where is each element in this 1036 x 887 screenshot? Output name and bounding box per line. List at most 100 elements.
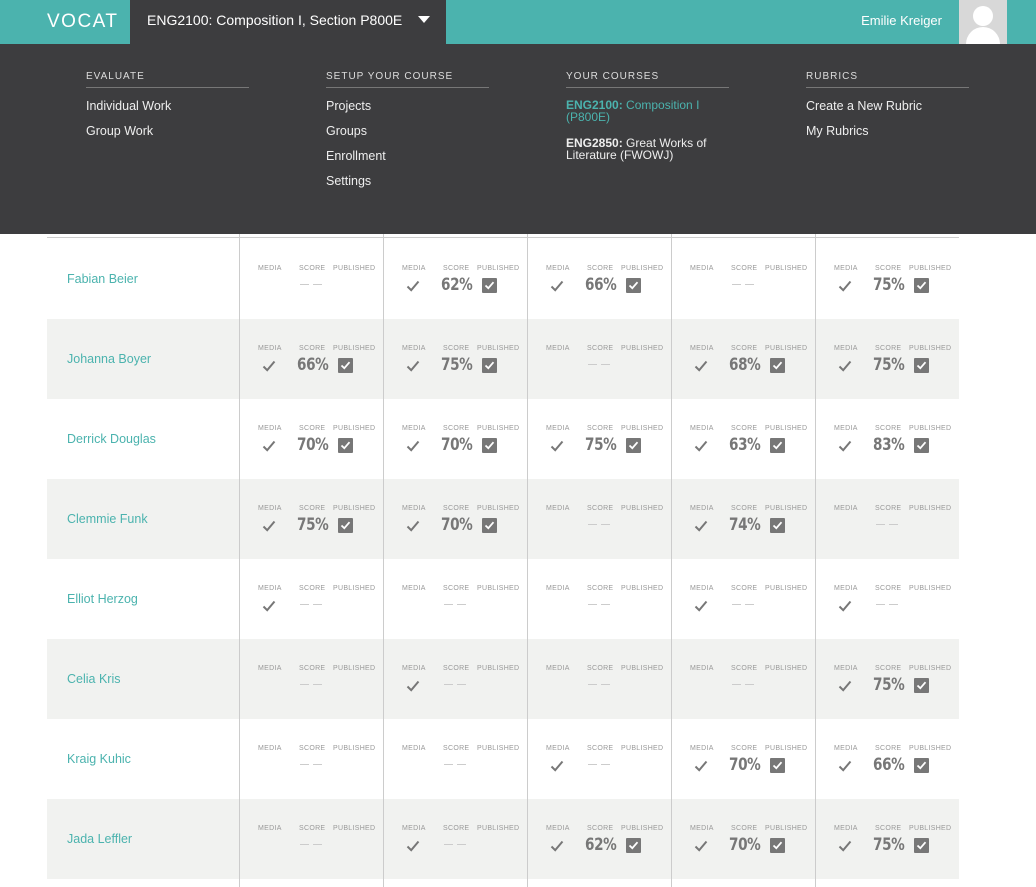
evaluation-cell[interactable]: MEDIA SCORE PUBLISHED 70% xyxy=(240,399,384,479)
evaluation-cell[interactable]: MEDIA SCORE PUBLISHED 66% xyxy=(816,719,960,799)
published-checkbox-icon[interactable] xyxy=(914,358,929,373)
published-checkbox-icon[interactable] xyxy=(914,438,929,453)
published-checkbox-icon[interactable] xyxy=(770,838,785,853)
evaluation-cell[interactable]: MEDIA SCORE PUBLISHED 75% xyxy=(240,479,384,559)
evaluation-cell[interactable]: MEDIA SCORE PUBLISHED xyxy=(816,559,960,639)
evaluation-cell[interactable]: MEDIA SCORE PUBLISHED 66% xyxy=(240,319,384,399)
menu-item-enrollment[interactable]: Enrollment xyxy=(326,149,489,164)
student-name-link[interactable]: Derrick Douglas xyxy=(67,432,156,446)
course-selector[interactable]: ENG2100: Composition I, Section P800E xyxy=(130,0,446,44)
score-label: SCORE xyxy=(587,665,614,672)
evaluation-cell[interactable]: MEDIA SCORE PUBLISHED 62% xyxy=(384,239,528,319)
published-checkbox-icon[interactable] xyxy=(770,518,785,533)
evaluation-cell[interactable]: MEDIA SCORE PUBLISHED xyxy=(384,799,528,879)
evaluation-cell[interactable]: MEDIA SCORE PUBLISHED xyxy=(528,559,672,639)
evaluation-cell[interactable]: MEDIA SCORE PUBLISHED 75% xyxy=(816,799,960,879)
published-checkbox-icon[interactable] xyxy=(770,358,785,373)
published-checkbox-icon[interactable] xyxy=(482,438,497,453)
evaluation-cell[interactable]: MEDIA SCORE PUBLISHED xyxy=(528,719,672,799)
evaluation-cell[interactable]: MEDIA SCORE PUBLISHED 75% xyxy=(528,399,672,479)
menu-item-my-rubrics[interactable]: My Rubrics xyxy=(806,124,969,139)
published-checkbox-icon[interactable] xyxy=(914,838,929,853)
published-checkbox-icon[interactable] xyxy=(914,758,929,773)
top-bar: VOCAT ENG2100: Composition I, Section P8… xyxy=(0,0,1036,44)
media-label: MEDIA xyxy=(402,505,426,512)
menu-item-individual-work[interactable]: Individual Work xyxy=(86,99,249,114)
media-label: MEDIA xyxy=(546,745,570,752)
published-checkbox-icon[interactable] xyxy=(626,278,641,293)
published-label: PUBLISHED xyxy=(765,265,808,272)
score-label: SCORE xyxy=(299,665,326,672)
evaluation-cell[interactable]: MEDIA SCORE PUBLISHED 70% xyxy=(384,479,528,559)
course-link-eng2850[interactable]: ENG2850: Great Works of Literature (FWOW… xyxy=(566,137,729,161)
evaluation-cell[interactable]: MEDIA SCORE PUBLISHED 70% xyxy=(384,399,528,479)
published-label: PUBLISHED xyxy=(909,585,952,592)
menu-item-settings[interactable]: Settings xyxy=(326,174,489,189)
media-check-icon xyxy=(694,360,708,372)
evaluation-cell[interactable]: MEDIA SCORE PUBLISHED xyxy=(384,719,528,799)
student-name-link[interactable]: Kraig Kuhic xyxy=(67,752,131,766)
evaluation-cell[interactable]: MEDIA SCORE PUBLISHED 83% xyxy=(816,399,960,479)
evaluation-cell[interactable]: MEDIA SCORE PUBLISHED xyxy=(528,319,672,399)
evaluation-cell[interactable]: MEDIA SCORE PUBLISHED xyxy=(240,239,384,319)
evaluation-cell[interactable]: MEDIA SCORE PUBLISHED 63% xyxy=(672,399,816,479)
evaluation-cell[interactable]: MEDIA SCORE PUBLISHED 68% xyxy=(672,319,816,399)
table-row: Jada Leffler MEDIA SCORE PUBLISHED MEDIA SCOR… xyxy=(47,799,959,879)
course-link-eng2100[interactable]: ENG2100: Composition I (P800E) xyxy=(566,99,729,123)
published-checkbox-icon[interactable] xyxy=(626,438,641,453)
student-name-link[interactable]: Fabian Beier xyxy=(67,272,138,286)
evaluation-cell[interactable]: MEDIA SCORE PUBLISHED 75% xyxy=(384,319,528,399)
menu-item-group-work[interactable]: Group Work xyxy=(86,124,249,139)
student-name-link[interactable]: Johanna Boyer xyxy=(67,352,151,366)
published-checkbox-icon[interactable] xyxy=(914,678,929,693)
evaluation-cell[interactable]: MEDIA SCORE PUBLISHED xyxy=(672,239,816,319)
menu-item-create-rubric[interactable]: Create a New Rubric xyxy=(806,99,969,114)
evaluation-cell[interactable]: MEDIA SCORE PUBLISHED xyxy=(240,559,384,639)
evaluation-cell[interactable]: MEDIA SCORE PUBLISHED 75% xyxy=(816,319,960,399)
evaluation-cell[interactable]: MEDIA SCORE PUBLISHED 62% xyxy=(528,799,672,879)
published-label: PUBLISHED xyxy=(909,345,952,352)
menu-item-groups[interactable]: Groups xyxy=(326,124,489,139)
vocat-logo[interactable]: VOCAT xyxy=(47,11,119,33)
student-name-link[interactable]: Jada Leffler xyxy=(67,832,132,846)
evaluation-cell[interactable]: MEDIA SCORE PUBLISHED 66% xyxy=(528,239,672,319)
avatar[interactable] xyxy=(959,0,1007,44)
menu-item-projects[interactable]: Projects xyxy=(326,99,489,114)
media-check-icon xyxy=(838,680,852,692)
evaluation-cell[interactable]: MEDIA SCORE PUBLISHED xyxy=(528,639,672,719)
evaluation-cell[interactable]: MEDIA SCORE PUBLISHED xyxy=(528,479,672,559)
published-checkbox-icon[interactable] xyxy=(914,278,929,293)
student-name-link[interactable]: Celia Kris xyxy=(67,672,121,686)
evaluation-cell[interactable]: MEDIA SCORE PUBLISHED 70% xyxy=(672,719,816,799)
media-check-icon xyxy=(406,680,420,692)
score-label: SCORE xyxy=(875,825,902,832)
evaluation-cell[interactable]: MEDIA SCORE PUBLISHED xyxy=(240,719,384,799)
menu-heading-rubrics: RUBRICS xyxy=(806,71,969,88)
published-checkbox-icon[interactable] xyxy=(482,278,497,293)
score-value: 75% xyxy=(585,435,617,455)
evaluation-cell[interactable]: MEDIA SCORE PUBLISHED xyxy=(672,639,816,719)
published-checkbox-icon[interactable] xyxy=(482,358,497,373)
evaluation-cell[interactable]: MEDIA SCORE PUBLISHED 75% xyxy=(816,639,960,719)
evaluation-cell[interactable]: MEDIA SCORE PUBLISHED xyxy=(240,799,384,879)
student-name-link[interactable]: Elliot Herzog xyxy=(67,592,138,606)
published-checkbox-icon[interactable] xyxy=(626,838,641,853)
published-checkbox-icon[interactable] xyxy=(482,518,497,533)
evaluation-cell[interactable]: MEDIA SCORE PUBLISHED 70% xyxy=(672,799,816,879)
evaluation-cell[interactable]: MEDIA SCORE PUBLISHED xyxy=(384,559,528,639)
evaluation-cell[interactable]: MEDIA SCORE PUBLISHED 75% xyxy=(816,239,960,319)
student-name-link[interactable]: Clemmie Funk xyxy=(67,512,148,526)
published-checkbox-icon[interactable] xyxy=(338,358,353,373)
evaluation-cell[interactable]: MEDIA SCORE PUBLISHED xyxy=(384,639,528,719)
user-name[interactable]: Emilie Kreiger xyxy=(861,13,942,28)
evaluation-cell[interactable]: MEDIA SCORE PUBLISHED xyxy=(240,639,384,719)
published-checkbox-icon[interactable] xyxy=(338,438,353,453)
evaluation-cell[interactable]: MEDIA SCORE PUBLISHED 74% xyxy=(672,479,816,559)
published-label: PUBLISHED xyxy=(909,665,952,672)
score-label: SCORE xyxy=(875,345,902,352)
evaluation-cell[interactable]: MEDIA SCORE PUBLISHED xyxy=(816,479,960,559)
published-checkbox-icon[interactable] xyxy=(770,758,785,773)
published-checkbox-icon[interactable] xyxy=(338,518,353,533)
published-checkbox-icon[interactable] xyxy=(770,438,785,453)
evaluation-cell[interactable]: MEDIA SCORE PUBLISHED xyxy=(672,559,816,639)
